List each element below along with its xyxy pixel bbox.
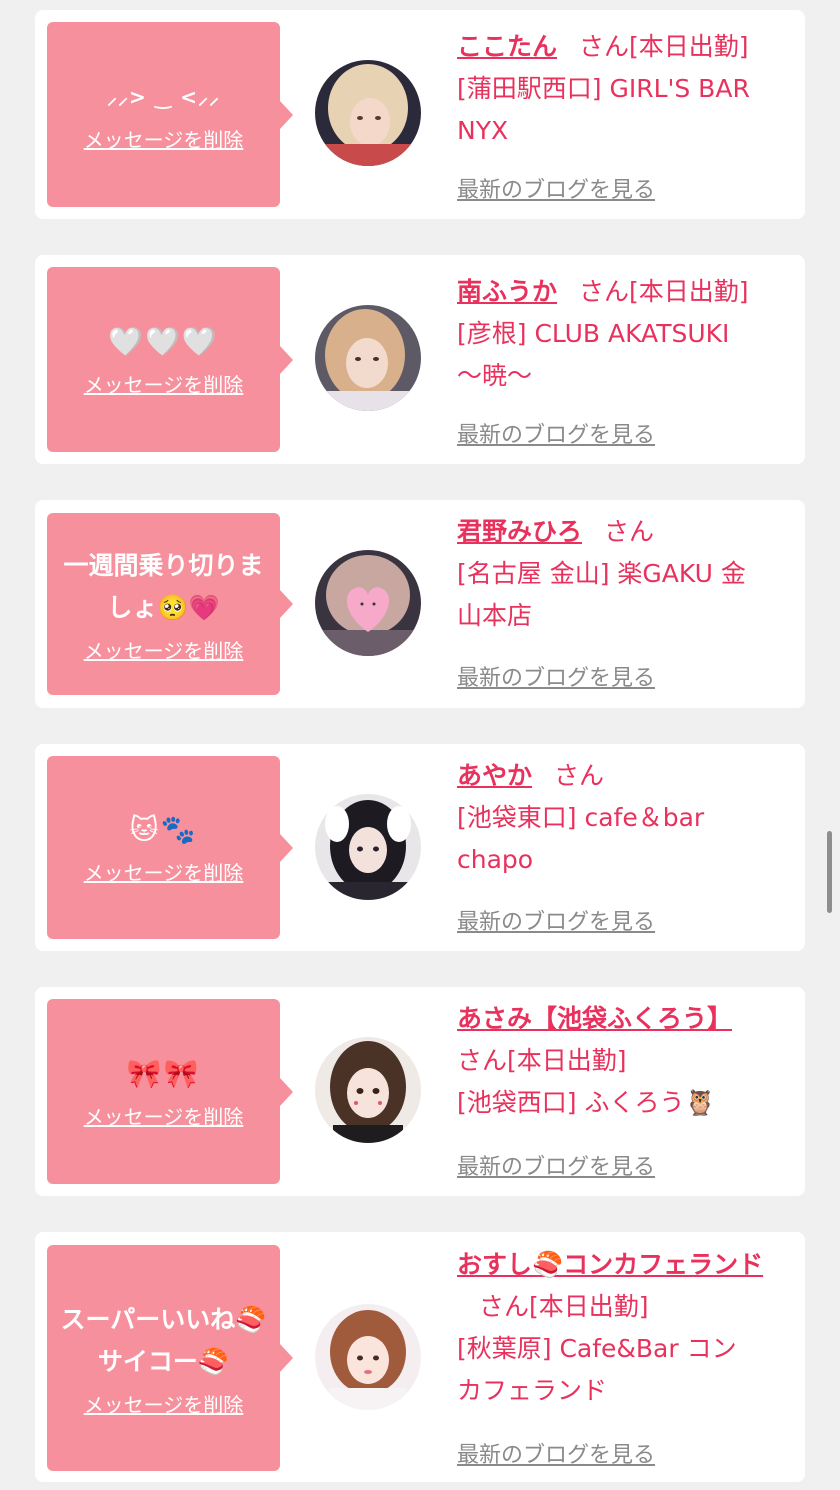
- cast-info: ここたん さん[本日出勤] [蒲田駅西口] GIRL'S BAR NYX: [457, 26, 797, 152]
- latest-blog-link[interactable]: 最新のブログを見る: [457, 1437, 655, 1469]
- message-card: スーパーいいね🍣サイコー🍣 メッセージを削除 おすし🍣コンカフェランドさん[本日…: [35, 1232, 805, 1482]
- delete-message-link[interactable]: メッセージを削除: [84, 369, 244, 398]
- message-list: ⸝⸝> ‿ <⸝⸝ メッセージを削除 ここたん さん[本日出勤] [蒲田駅西口] …: [0, 0, 840, 1490]
- cast-info: 南ふうか さん[本日出勤] [彦根] CLUB AKATSUKI 〜暁〜: [457, 271, 797, 397]
- shop-info: [蒲田駅西口] GIRL'S BAR: [457, 74, 750, 103]
- san-suffix: さん: [457, 1046, 508, 1075]
- cast-info: 君野みひろ さん [名古屋 金山] 楽GAKU 金 山本店: [457, 511, 797, 637]
- cast-name-link[interactable]: あさみ【池袋ふくろう】: [457, 1004, 732, 1033]
- cast-name-link[interactable]: 南ふうか: [457, 277, 557, 306]
- san-suffix: さん: [579, 277, 630, 306]
- message-bubble: 一週間乗り切りましょ🥺💗 メッセージを削除: [47, 513, 293, 695]
- shop-info: カフェランド: [457, 1376, 608, 1405]
- message-text: ⸝⸝> ‿ <⸝⸝: [106, 85, 220, 109]
- avatar[interactable]: [315, 60, 421, 166]
- latest-blog-link[interactable]: 最新のブログを見る: [457, 417, 655, 449]
- delete-message-link[interactable]: メッセージを削除: [84, 1389, 244, 1418]
- cast-info: あさみ【池袋ふくろう】 さん[本日出勤] [池袋西口] ふくろう🦉: [457, 998, 797, 1124]
- profile-photo-icon: [315, 60, 421, 166]
- latest-blog-link[interactable]: 最新のブログを見る: [457, 904, 655, 936]
- cast-info: おすし🍣コンカフェランドさん[本日出勤] [秋葉原] Cafe&Bar コン カ…: [457, 1244, 797, 1412]
- message-bubble: ⸝⸝> ‿ <⸝⸝ メッセージを削除: [47, 22, 293, 207]
- san-suffix: さん: [579, 32, 630, 61]
- san-suffix: さん: [479, 1292, 530, 1321]
- profile-photo-heart-sticker-icon: [315, 550, 421, 656]
- profile-photo-icon: [315, 305, 421, 411]
- message-card: 🤍🤍🤍 メッセージを削除 南ふうか さん[本日出勤] [彦根] CLUB AKAT…: [35, 255, 805, 464]
- latest-blog-link[interactable]: 最新のブログを見る: [457, 660, 655, 692]
- cast-info: あやか さん [池袋東口] cafe＆bar chapo: [457, 755, 797, 881]
- message-text: 🤍🤍🤍: [108, 325, 219, 358]
- status-label: [本日出勤]: [629, 32, 749, 61]
- message-card: ⸝⸝> ‿ <⸝⸝ メッセージを削除 ここたん さん[本日出勤] [蒲田駅西口] …: [35, 10, 805, 219]
- shop-info: [池袋東口] cafe＆bar: [457, 803, 705, 832]
- avatar[interactable]: [315, 1037, 421, 1143]
- latest-blog-link[interactable]: 最新のブログを見る: [457, 1149, 655, 1181]
- san-suffix: さん: [604, 517, 655, 546]
- latest-blog-link[interactable]: 最新のブログを見る: [457, 172, 655, 204]
- profile-photo-icon: [315, 794, 421, 900]
- cast-name-link[interactable]: 君野みひろ: [457, 517, 582, 546]
- delete-message-link[interactable]: メッセージを削除: [84, 857, 244, 886]
- cast-name-link[interactable]: おすし🍣コンカフェランド: [457, 1250, 763, 1279]
- cast-name-link[interactable]: あやか: [457, 761, 532, 790]
- message-bubble: スーパーいいね🍣サイコー🍣 メッセージを削除: [47, 1245, 293, 1471]
- shop-info: [池袋西口] ふくろう🦉: [457, 1088, 716, 1117]
- shop-info: 山本店: [457, 601, 533, 630]
- message-text: スーパーいいね🍣サイコー🍣: [60, 1304, 267, 1376]
- message-bubble: 🎀🎀 メッセージを削除: [47, 999, 293, 1184]
- message-card: 🎀🎀 メッセージを削除 あさみ【池袋ふくろう】 さん[本日出勤] [池袋西口] …: [35, 987, 805, 1196]
- message-bubble: 🐱🐾 メッセージを削除: [47, 756, 293, 939]
- delete-message-link[interactable]: メッセージを削除: [84, 1101, 244, 1130]
- message-card: 一週間乗り切りましょ🥺💗 メッセージを削除 君野みひろ さん [名古屋 金山] 楽…: [35, 500, 805, 708]
- avatar[interactable]: [315, 305, 421, 411]
- status-label: [本日出勤]: [529, 1292, 649, 1321]
- status-label: [本日出勤]: [629, 277, 749, 306]
- message-bubble: 🤍🤍🤍 メッセージを削除: [47, 267, 293, 452]
- avatar[interactable]: [315, 1304, 421, 1410]
- message-text: 🐱🐾: [129, 813, 198, 846]
- shop-info: [彦根] CLUB AKATSUKI: [457, 319, 730, 348]
- shop-info: NYX: [457, 116, 509, 145]
- message-text: 一週間乗り切りましょ🥺💗: [63, 550, 264, 622]
- message-card: 🐱🐾 メッセージを削除 あやか さん [池袋東口] cafe＆bar chapo …: [35, 744, 805, 951]
- avatar[interactable]: [315, 550, 421, 656]
- cast-name-link[interactable]: ここたん: [457, 32, 557, 61]
- status-label: [本日出勤]: [507, 1046, 627, 1075]
- message-text: 🎀🎀: [126, 1057, 201, 1090]
- scrollbar[interactable]: [827, 831, 832, 913]
- delete-message-link[interactable]: メッセージを削除: [84, 635, 244, 664]
- shop-info: [秋葉原] Cafe&Bar コン: [457, 1334, 737, 1363]
- avatar[interactable]: [315, 794, 421, 900]
- shop-info: chapo: [457, 845, 534, 874]
- shop-info: [名古屋 金山] 楽GAKU 金: [457, 559, 746, 588]
- profile-photo-icon: [315, 1304, 421, 1410]
- delete-message-link[interactable]: メッセージを削除: [84, 124, 244, 153]
- san-suffix: さん: [554, 761, 605, 790]
- shop-info: 〜暁〜: [457, 361, 533, 390]
- profile-photo-icon: [315, 1037, 421, 1143]
